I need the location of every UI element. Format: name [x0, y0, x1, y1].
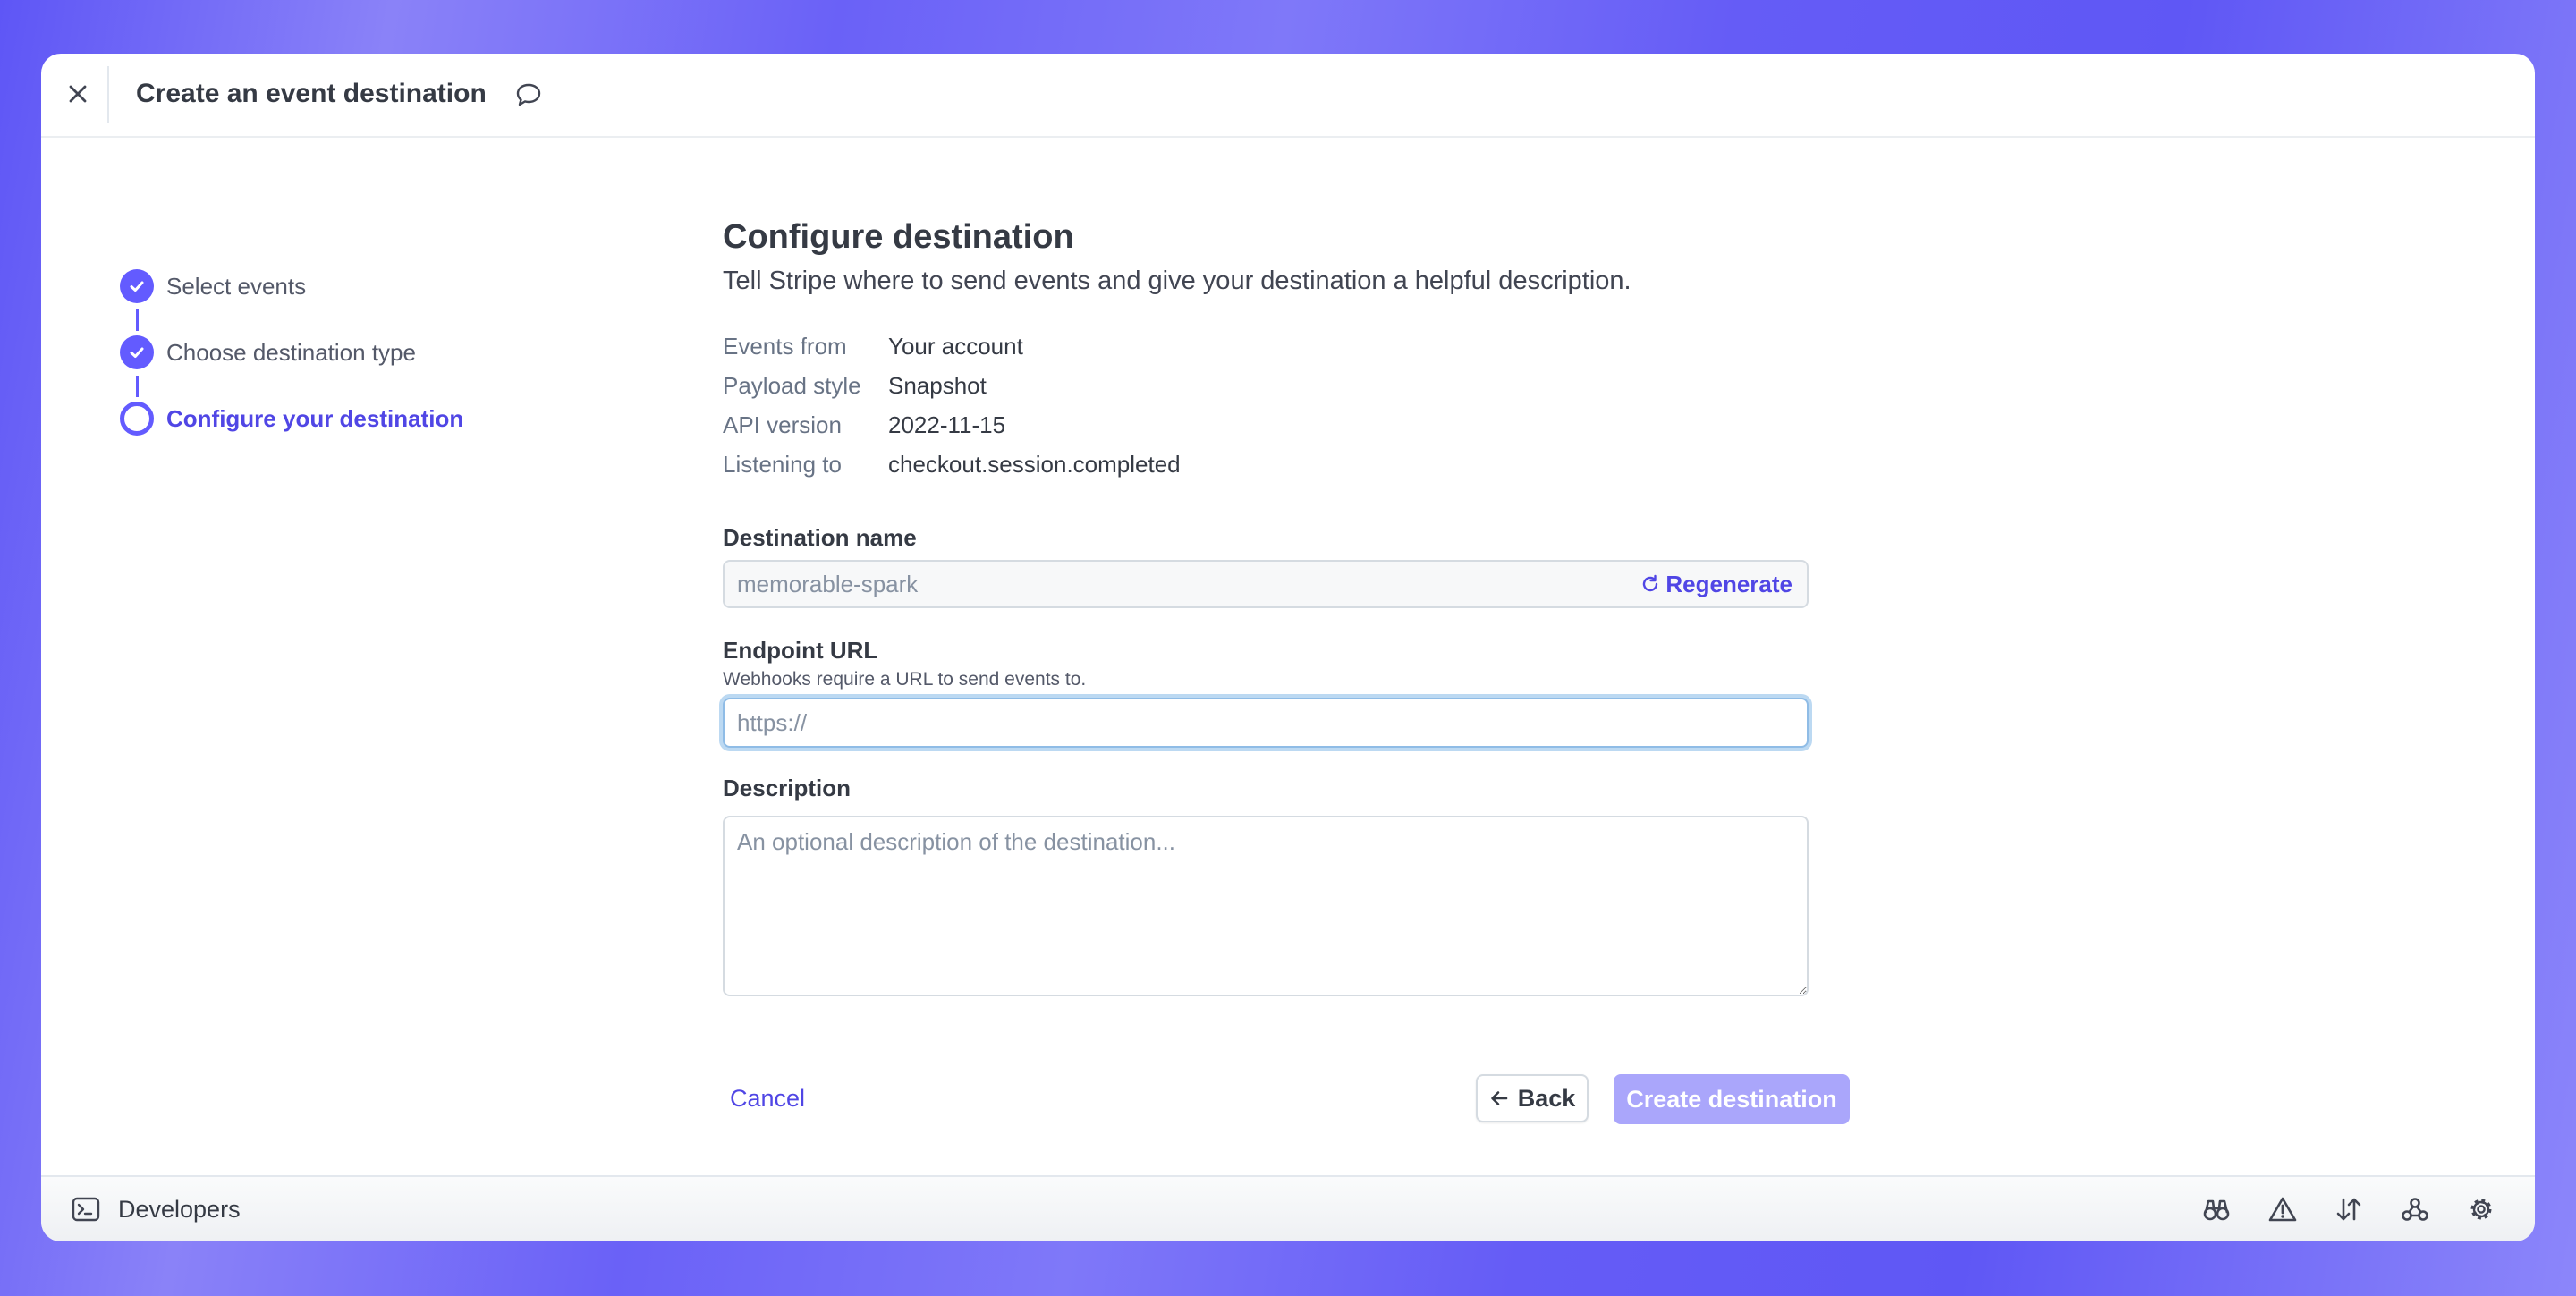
step-label: Configure your destination [166, 404, 464, 432]
cancel-button[interactable]: Cancel [730, 1085, 805, 1113]
arrow-left-icon [1490, 1091, 1508, 1105]
summary-label: API version [723, 411, 842, 438]
current-step-icon [120, 402, 154, 436]
step-choose-destination-type[interactable]: Choose destination type [120, 335, 416, 370]
summary-value: 2022-11-15 [888, 411, 1006, 438]
errors-button[interactable] [2265, 1191, 2301, 1227]
summary-value: Snapshot [888, 372, 987, 399]
description-label: Description [723, 775, 852, 801]
check-icon [120, 269, 154, 303]
summary-value: checkout.session.completed [888, 451, 1181, 478]
summary-value: Your account [888, 333, 1023, 360]
speech-bubble-icon [516, 83, 541, 106]
header-divider [107, 66, 109, 123]
refresh-icon [1643, 574, 1658, 592]
summary-label: Payload style [723, 372, 861, 399]
step-connector [136, 309, 139, 331]
check-icon [120, 335, 154, 369]
endpoint-url-hint: Webhooks require a URL to send events to… [723, 669, 1087, 690]
section-subtitle: Tell Stripe where to send events and giv… [723, 267, 1631, 295]
step-connector [136, 376, 139, 397]
gear-icon [2470, 1199, 2492, 1220]
regenerate-button[interactable]: Regenerate [1640, 560, 1792, 608]
webhook-icon [2402, 1198, 2428, 1221]
sort-arrows-icon [2336, 1198, 2361, 1221]
developers-label: Developers [118, 1195, 241, 1223]
developers-footer: Developers [41, 1175, 2535, 1241]
section-title: Configure destination [723, 218, 1074, 256]
page-title: Create an event destination [136, 79, 487, 108]
close-icon [69, 85, 87, 103]
back-button[interactable]: Back [1476, 1074, 1589, 1122]
warning-icon [2268, 1197, 2297, 1222]
step-select-events[interactable]: Select events [120, 268, 306, 304]
endpoint-url-label: Endpoint URL [723, 637, 878, 664]
progress-stepper: Select events Choose destination type Co… [120, 215, 657, 465]
feedback-button[interactable] [511, 77, 547, 113]
summary-label: Events from [723, 333, 847, 360]
configure-form: Configure destination Tell Stripe where … [723, 54, 1850, 1127]
settings-button[interactable] [2463, 1191, 2499, 1227]
destination-name-wrapper: Regenerate [723, 560, 1809, 608]
destination-name-label: Destination name [723, 524, 917, 551]
inspector-button[interactable] [2199, 1191, 2234, 1227]
developers-toggle[interactable]: Developers [72, 1191, 241, 1227]
webhooks-button[interactable] [2397, 1191, 2433, 1227]
summary-label: Listening to [723, 451, 842, 478]
event-destination-modal: Create an event destination Select event… [41, 54, 2535, 1241]
back-label: Back [1517, 1084, 1576, 1112]
binoculars-icon [2203, 1199, 2230, 1221]
requests-button[interactable] [2331, 1191, 2367, 1227]
description-textarea[interactable] [723, 816, 1809, 996]
endpoint-url-input[interactable] [723, 698, 1809, 748]
step-label: Choose destination type [166, 338, 416, 366]
close-button[interactable] [57, 73, 98, 114]
regenerate-label: Regenerate [1665, 570, 1792, 597]
step-configure-destination[interactable]: Configure your destination [120, 401, 463, 436]
terminal-icon [72, 1197, 100, 1222]
step-label: Select events [166, 272, 307, 300]
create-destination-button[interactable]: Create destination [1614, 1074, 1850, 1124]
